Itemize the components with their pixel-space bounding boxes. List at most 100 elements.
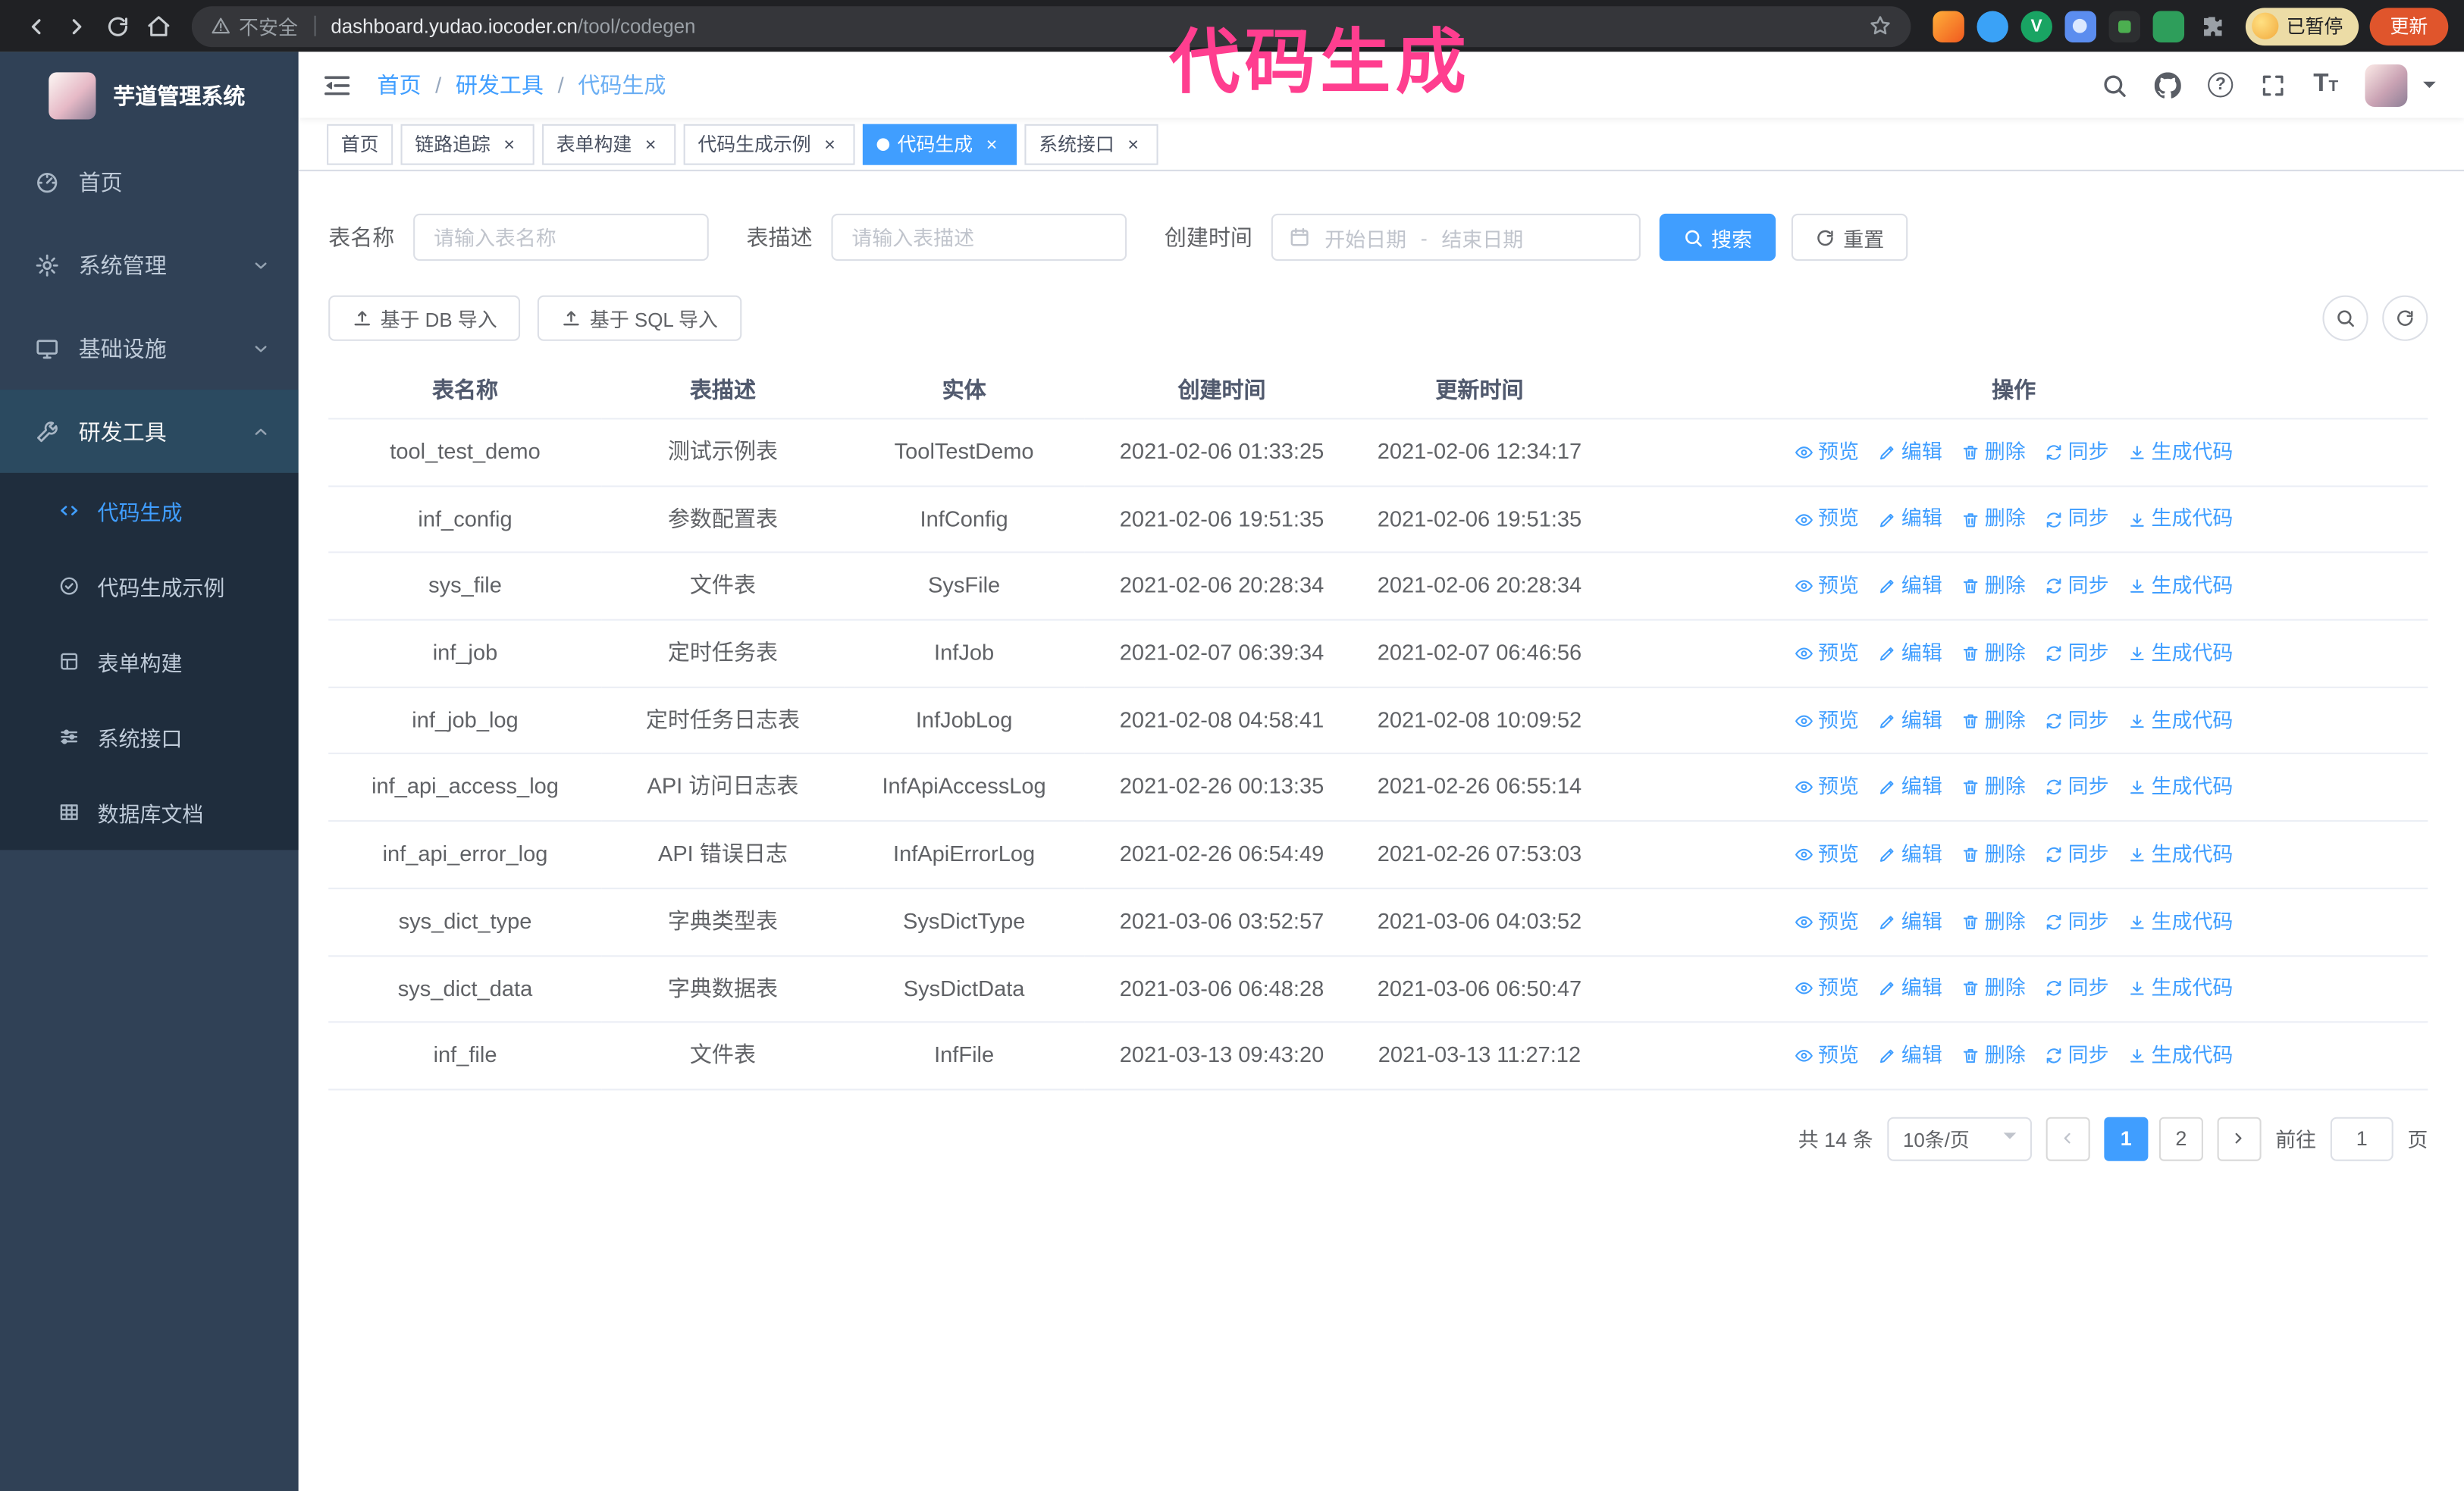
refresh-table-button[interactable]	[2382, 295, 2428, 341]
preview-action[interactable]: 预览	[1795, 1040, 1859, 1072]
back-button[interactable]	[16, 5, 57, 46]
blue-drop-extension-icon[interactable]	[1977, 10, 2008, 42]
address-bar[interactable]: 不安全 dashboard.yudao.iocoder.cn/tool/code…	[191, 5, 1911, 47]
edit-action[interactable]: 编辑	[1878, 705, 1942, 737]
user-avatar[interactable]	[2365, 63, 2408, 106]
delete-action[interactable]: 删除	[1961, 637, 2026, 669]
preview-action[interactable]: 预览	[1795, 906, 1859, 938]
sync-action[interactable]: 同步	[2045, 437, 2109, 468]
generate-code-action[interactable]: 生成代码	[2127, 637, 2233, 669]
font-size-icon[interactable]	[2313, 72, 2338, 97]
delete-action[interactable]: 删除	[1961, 437, 2026, 468]
update-button[interactable]: 更新	[2369, 7, 2449, 45]
page-button[interactable]: 2	[2158, 1117, 2203, 1161]
sidebar-item-dev-tools[interactable]: 研发工具	[0, 390, 299, 473]
sidebar-item-system-api[interactable]: 系统接口	[0, 699, 299, 774]
sidebar-item-home[interactable]: 首页	[0, 139, 299, 223]
preview-action[interactable]: 预览	[1795, 637, 1859, 669]
page-size-select[interactable]: 10条/页	[1887, 1117, 2032, 1161]
forward-button[interactable]	[57, 5, 98, 46]
edit-action[interactable]: 编辑	[1878, 973, 1942, 1005]
generate-code-action[interactable]: 生成代码	[2127, 906, 2233, 938]
sidebar-item-codegen-example[interactable]: 代码生成示例	[0, 548, 299, 623]
delete-action[interactable]: 删除	[1961, 839, 2026, 871]
goto-page-input[interactable]	[2330, 1117, 2393, 1161]
reload-button[interactable]	[98, 5, 139, 46]
create-time-range-picker[interactable]: 开始日期 - 结束日期	[1271, 213, 1641, 262]
sync-action[interactable]: 同步	[2045, 906, 2109, 938]
delete-action[interactable]: 删除	[1961, 705, 2026, 737]
sidebar-item-code-generation[interactable]: 代码生成	[0, 473, 299, 548]
capture-extension-icon[interactable]	[2108, 10, 2140, 42]
tab[interactable]: 代码生成 ×	[863, 123, 1017, 164]
edit-action[interactable]: 编辑	[1878, 839, 1942, 871]
preview-action[interactable]: 预览	[1795, 705, 1859, 737]
tab-close-icon[interactable]: ×	[819, 133, 841, 155]
menu-fold-icon[interactable]	[322, 70, 352, 99]
table-name-input[interactable]	[413, 213, 709, 262]
edit-action[interactable]: 编辑	[1878, 571, 1942, 603]
security-status[interactable]: 不安全	[211, 11, 298, 41]
edit-action[interactable]: 编辑	[1878, 1040, 1942, 1072]
puzzle-extensions-icon[interactable]	[2197, 10, 2228, 41]
tab[interactable]: 表单构建 ×	[542, 123, 676, 164]
delete-action[interactable]: 删除	[1961, 1040, 2026, 1072]
edit-action[interactable]: 编辑	[1878, 906, 1942, 938]
tab-close-icon[interactable]: ×	[498, 133, 520, 155]
tab[interactable]: 链路追踪 ×	[400, 123, 534, 164]
tab[interactable]: 首页	[327, 123, 393, 164]
preview-action[interactable]: 预览	[1795, 571, 1859, 603]
search-icon[interactable]	[2101, 71, 2127, 98]
people-extension-icon[interactable]	[2064, 10, 2096, 42]
preview-action[interactable]: 预览	[1795, 437, 1859, 468]
prev-page-button[interactable]	[2045, 1117, 2090, 1161]
sync-action[interactable]: 同步	[2045, 1040, 2109, 1072]
search-button[interactable]: 搜索	[1659, 213, 1776, 262]
breadcrumb-item[interactable]: 首页	[377, 69, 421, 100]
bookmark-star-icon[interactable]	[1868, 14, 1892, 38]
edit-action[interactable]: 编辑	[1878, 772, 1942, 803]
generate-code-action[interactable]: 生成代码	[2127, 839, 2233, 871]
table-desc-input[interactable]	[831, 213, 1127, 262]
tab[interactable]: 代码生成示例 ×	[683, 123, 855, 164]
delete-action[interactable]: 删除	[1961, 503, 2026, 535]
sync-action[interactable]: 同步	[2045, 772, 2109, 803]
generate-code-action[interactable]: 生成代码	[2127, 571, 2233, 603]
tab[interactable]: 系统接口 ×	[1024, 123, 1158, 164]
breadcrumb-item[interactable]: 研发工具	[456, 69, 544, 100]
generate-code-action[interactable]: 生成代码	[2127, 437, 2233, 468]
edit-action[interactable]: 编辑	[1878, 637, 1942, 669]
generate-code-action[interactable]: 生成代码	[2127, 973, 2233, 1005]
preview-action[interactable]: 预览	[1795, 772, 1859, 803]
sidebar-item-database-doc[interactable]: 数据库文档	[0, 775, 299, 850]
page-button[interactable]: 1	[2104, 1117, 2149, 1161]
import-sql-button[interactable]: 基于 SQL 导入	[538, 295, 741, 341]
green-extension-icon[interactable]	[2152, 10, 2184, 42]
sync-action[interactable]: 同步	[2045, 503, 2109, 535]
sync-action[interactable]: 同步	[2045, 973, 2109, 1005]
reset-button[interactable]: 重置	[1791, 213, 1908, 262]
edit-action[interactable]: 编辑	[1878, 503, 1942, 535]
generate-code-action[interactable]: 生成代码	[2127, 1040, 2233, 1072]
green-check-extension-icon[interactable]	[2020, 10, 2052, 42]
orange-extension-icon[interactable]	[1933, 10, 1964, 42]
sync-action[interactable]: 同步	[2045, 839, 2109, 871]
sync-action[interactable]: 同步	[2045, 637, 2109, 669]
profile-badge[interactable]: 已暂停	[2245, 7, 2359, 45]
home-button[interactable]	[138, 5, 179, 46]
sidebar-item-system-management[interactable]: 系统管理	[0, 223, 299, 306]
app-logo[interactable]: 芋道管理系统	[0, 52, 299, 139]
edit-action[interactable]: 编辑	[1878, 437, 1942, 468]
sidebar-item-infrastructure[interactable]: 基础设施	[0, 306, 299, 390]
generate-code-action[interactable]: 生成代码	[2127, 503, 2233, 535]
sync-action[interactable]: 同步	[2045, 705, 2109, 737]
next-page-button[interactable]	[2217, 1117, 2262, 1161]
caret-down-icon[interactable]	[2423, 81, 2436, 95]
preview-action[interactable]: 预览	[1795, 503, 1859, 535]
sync-action[interactable]: 同步	[2045, 571, 2109, 603]
tab-close-icon[interactable]: ×	[640, 133, 662, 155]
sidebar-item-form-builder[interactable]: 表单构建	[0, 624, 299, 699]
delete-action[interactable]: 删除	[1961, 571, 2026, 603]
delete-action[interactable]: 删除	[1961, 906, 2026, 938]
import-db-button[interactable]: 基于 DB 导入	[328, 295, 521, 341]
